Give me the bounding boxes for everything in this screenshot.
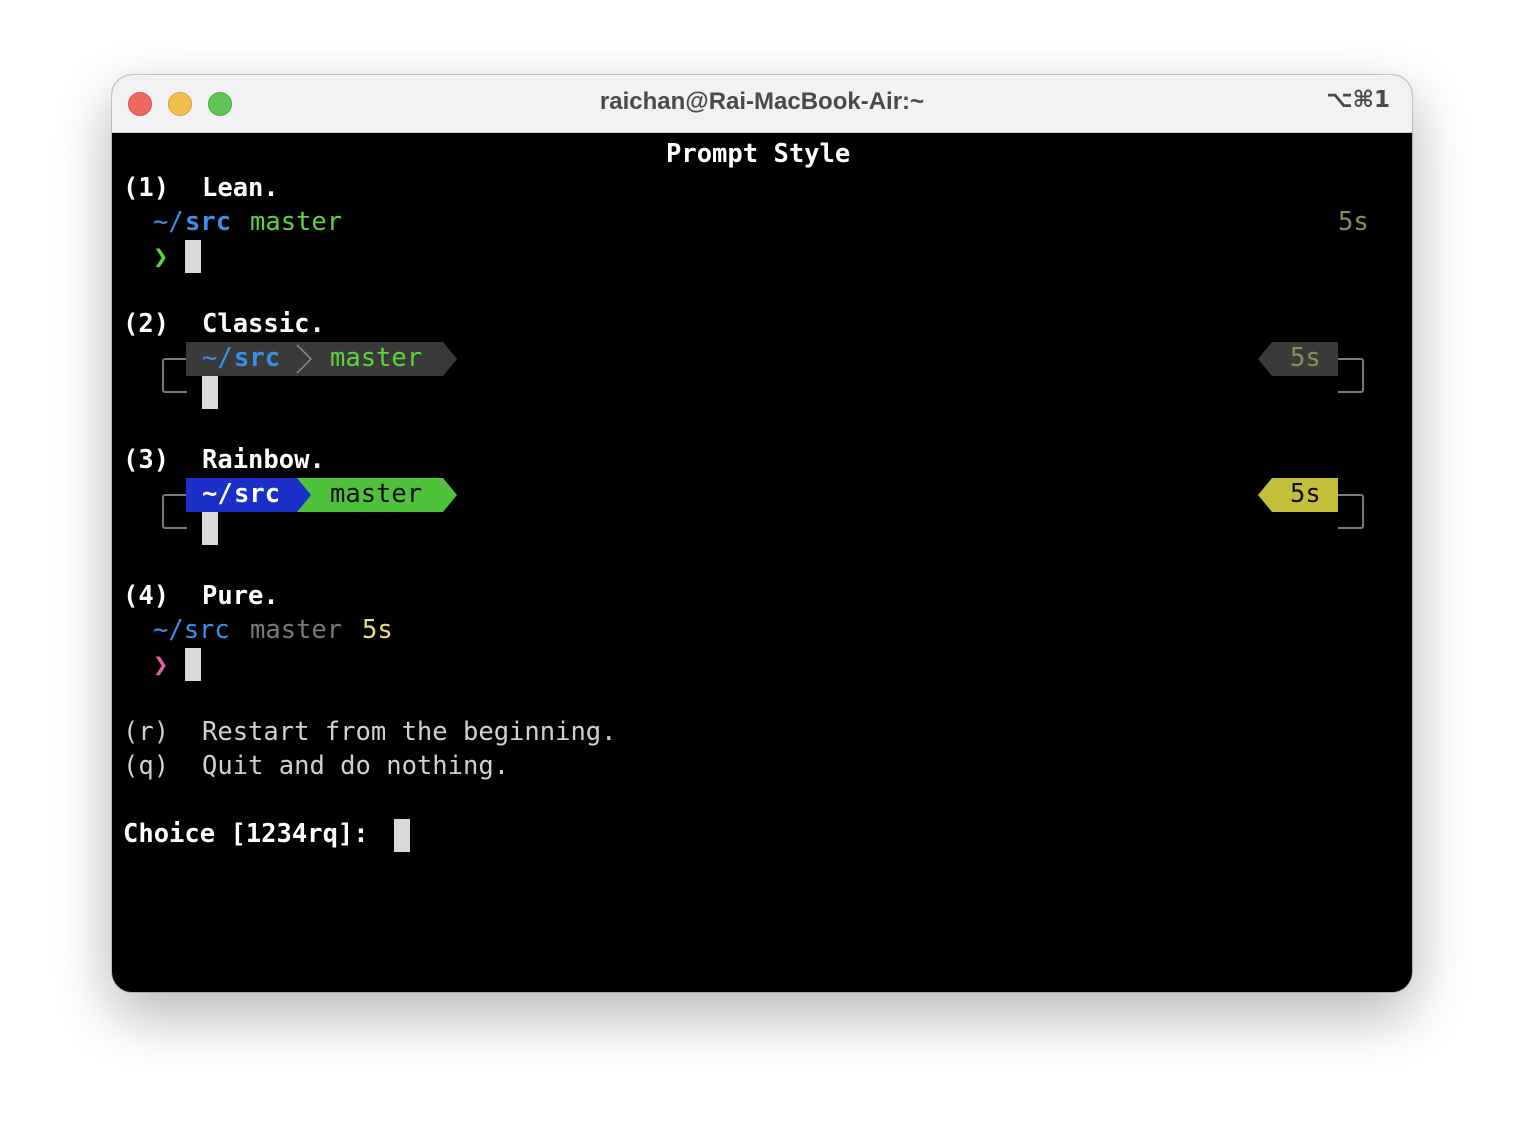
- lean-branch: master: [250, 207, 343, 237]
- window-title: raichan@Rai-MacBook-Air:~: [599, 88, 925, 115]
- option-1-label: Lean.: [202, 173, 279, 203]
- option-q-label: Quit and do nothing.: [202, 751, 510, 781]
- prompt-style-heading: Prompt Style: [666, 139, 851, 169]
- rainbow-dir: src: [234, 479, 281, 509]
- rainbow-branch: master: [330, 479, 423, 509]
- choice-prompt: Choice [1234rq]:: [123, 819, 369, 849]
- option-r-label: Restart from the beginning.: [202, 717, 617, 747]
- pure-prompt-char: ❯: [153, 650, 169, 680]
- lean-dir-prefix: ~/: [153, 207, 184, 237]
- window-shortcut: ⌥⌘1: [1326, 87, 1390, 113]
- lean-cursor: [185, 240, 201, 273]
- lean-prompt-char: ❯: [153, 242, 169, 272]
- title-bar: raichan@Rai-MacBook-Air:~ ⌥⌘1: [112, 75, 1412, 133]
- classic-duration: 5s: [1290, 343, 1321, 373]
- pure-duration: 5s: [362, 615, 393, 645]
- rainbow-dir-prefix: ~/: [202, 479, 233, 509]
- classic-cursor: [202, 376, 218, 409]
- terminal-window: raichan@Rai-MacBook-Air:~ ⌥⌘1 Prompt Sty…: [112, 75, 1412, 992]
- classic-right-frame: [1338, 358, 1364, 393]
- rainbow-right-frame: [1338, 494, 1364, 529]
- option-3-key: (3): [123, 445, 170, 475]
- input-cursor[interactable]: [394, 819, 410, 852]
- pure-dir: ~/src: [153, 615, 230, 645]
- lean-dir: src: [185, 207, 232, 237]
- classic-left-frame: [162, 358, 187, 393]
- classic-dir: src: [234, 343, 281, 373]
- pure-cursor: [185, 648, 201, 681]
- option-4-key: (4): [123, 581, 170, 611]
- option-3-label: Rainbow.: [202, 445, 325, 475]
- option-2-label: Classic.: [202, 309, 325, 339]
- lean-duration: 5s: [1338, 207, 1369, 237]
- pure-branch: master: [250, 615, 343, 645]
- option-1-key: (1): [123, 173, 170, 203]
- classic-dir-prefix: ~/: [202, 343, 233, 373]
- option-r-key: (r): [123, 717, 170, 747]
- classic-branch: master: [330, 343, 423, 373]
- rainbow-cursor: [202, 512, 218, 545]
- option-4-label: Pure.: [202, 581, 279, 611]
- option-2-key: (2): [123, 309, 170, 339]
- terminal-content[interactable]: Prompt Style (1) Lean. ~/ src master 5s …: [112, 133, 1412, 992]
- option-q-key: (q): [123, 751, 170, 781]
- rainbow-left-frame: [162, 494, 187, 529]
- rainbow-duration: 5s: [1290, 479, 1321, 509]
